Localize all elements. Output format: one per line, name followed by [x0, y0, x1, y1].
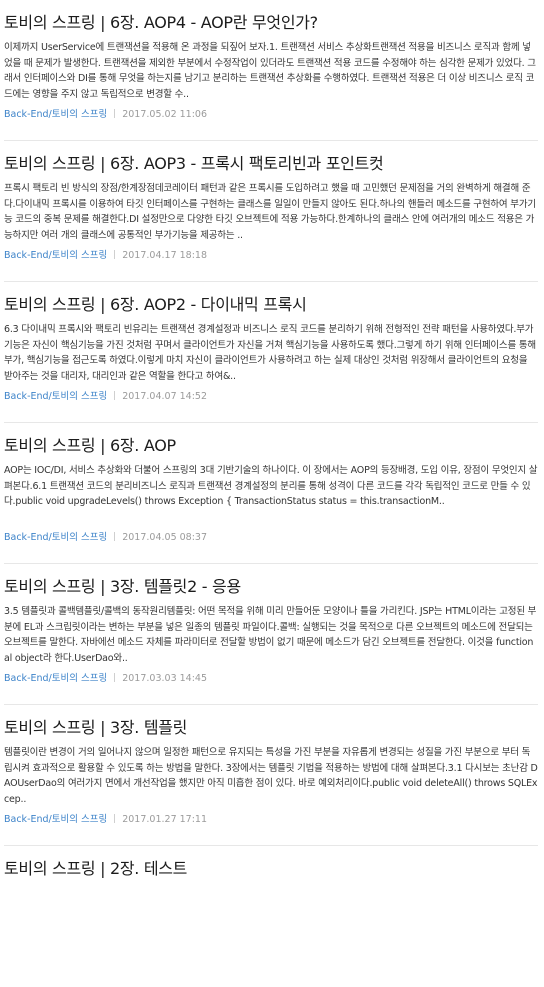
post-meta: Back-End/토비의 스프링 2017.04.05 08:37 [4, 531, 538, 545]
post-summary[interactable]: 6.3 다이내믹 프록시와 팩토리 빈유리는 트랜잭션 경계설정과 비즈니스 로… [4, 322, 538, 384]
post-summary[interactable]: AOP는 IOC/DI, 서비스 추상화와 더불어 스프링의 3대 기반기술의 … [4, 463, 538, 525]
meta-divider [114, 391, 116, 400]
post-date: 2017.05.02 11:06 [122, 109, 208, 120]
post-category-link[interactable]: Back-End/토비의 스프링 [4, 814, 107, 825]
post-item: 토비의 스프링 | 3장. 템플릿2 - 응용 3.5 템플릿과 콜백템플릿/콜… [0, 564, 544, 705]
post-category-link[interactable]: Back-End/토비의 스프링 [4, 109, 107, 120]
post-item: 토비의 스프링 | 2장. 테스트 [0, 846, 544, 987]
post-meta: Back-End/토비의 스프링 2017.01.27 17:11 [4, 813, 538, 827]
post-category-link[interactable]: Back-End/토비의 스프링 [4, 532, 107, 543]
post-title[interactable]: 토비의 스프링 | 6장. AOP4 - AOP란 무엇인가? [4, 12, 538, 34]
post-title[interactable]: 토비의 스프링 | 6장. AOP2 - 다이내믹 프록시 [4, 294, 538, 316]
post-item: 토비의 스프링 | 6장. AOP3 - 프록시 팩토리빈과 포인트컷 프록시 … [0, 141, 544, 282]
post-date: 2017.03.03 14:45 [122, 673, 208, 684]
post-category-link[interactable]: Back-End/토비의 스프링 [4, 673, 107, 684]
post-summary[interactable]: 3.5 템플릿과 콜백템플릿/콜백의 동작원리템플릿: 어떤 목적을 위해 미리… [4, 604, 538, 666]
meta-divider [114, 250, 116, 259]
post-item: 토비의 스프링 | 6장. AOP4 - AOP란 무엇인가? 이제까지 Use… [0, 0, 544, 141]
post-summary[interactable]: 이제까지 UserService에 트랜잭션을 적용해 온 과정을 되짚어 보자… [4, 40, 538, 102]
meta-divider [114, 814, 116, 823]
post-title[interactable]: 토비의 스프링 | 3장. 템플릿2 - 응용 [4, 576, 538, 598]
post-date: 2017.04.07 14:52 [122, 391, 208, 402]
post-meta: Back-End/토비의 스프링 2017.04.07 14:52 [4, 390, 538, 404]
post-summary[interactable]: 템플릿이란 변경이 거의 일어나지 않으며 일정한 패턴으로 유지되는 특성을 … [4, 745, 538, 807]
post-item: 토비의 스프링 | 6장. AOP2 - 다이내믹 프록시 6.3 다이내믹 프… [0, 282, 544, 423]
post-meta: Back-End/토비의 스프링 2017.05.02 11:06 [4, 108, 538, 122]
post-summary[interactable]: 프록시 팩토리 빈 방식의 장점/한계장점데코레이터 패턴과 같은 프록시를 도… [4, 181, 538, 243]
post-category-link[interactable]: Back-End/토비의 스프링 [4, 250, 107, 261]
post-meta: Back-End/토비의 스프링 2017.03.03 14:45 [4, 672, 538, 686]
post-category-link[interactable]: Back-End/토비의 스프링 [4, 391, 107, 402]
post-date: 2017.04.17 18:18 [122, 250, 208, 261]
meta-divider [114, 673, 116, 682]
post-title[interactable]: 토비의 스프링 | 3장. 템플릿 [4, 717, 538, 739]
post-title[interactable]: 토비의 스프링 | 6장. AOP3 - 프록시 팩토리빈과 포인트컷 [4, 153, 538, 175]
post-list: 토비의 스프링 | 6장. AOP4 - AOP란 무엇인가? 이제까지 Use… [0, 0, 544, 987]
post-date: 2017.01.27 17:11 [122, 814, 208, 825]
post-title[interactable]: 토비의 스프링 | 2장. 테스트 [4, 858, 538, 880]
post-item: 토비의 스프링 | 3장. 템플릿 템플릿이란 변경이 거의 일어나지 않으며 … [0, 705, 544, 846]
post-item: 토비의 스프링 | 6장. AOP AOP는 IOC/DI, 서비스 추상화와 … [0, 423, 544, 564]
post-meta: Back-End/토비의 스프링 2017.04.17 18:18 [4, 249, 538, 263]
meta-divider [114, 109, 116, 118]
post-title[interactable]: 토비의 스프링 | 6장. AOP [4, 435, 538, 457]
post-date: 2017.04.05 08:37 [122, 532, 208, 543]
meta-divider [114, 532, 116, 541]
